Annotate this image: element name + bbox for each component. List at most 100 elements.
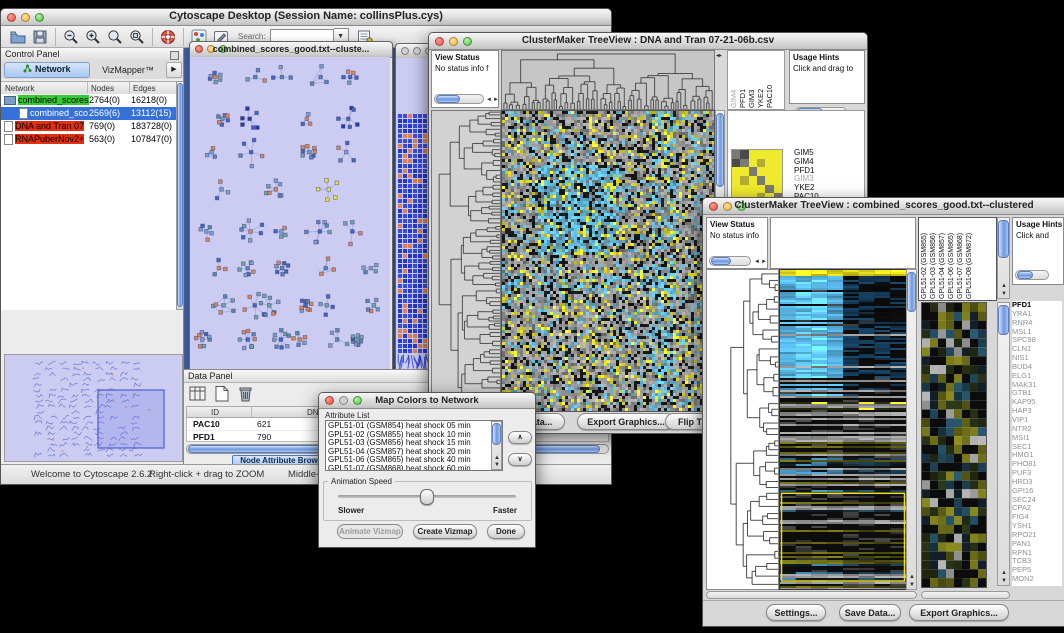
tv1-mini-heatmap[interactable] [731,149,783,203]
mini-heatmap-cell [749,150,757,159]
tv2-bottom-hscrollbar[interactable] [706,591,917,599]
scroll-up-arrow[interactable]: ▲ [909,574,915,580]
tv2-column-dendrogram-area[interactable] [770,217,916,269]
move-down-button[interactable]: ∨ [508,453,532,466]
data-panel-title: Data Panel [188,371,233,381]
network-row[interactable]: DNA and Tran 07769(0)183728(0) [1,120,176,133]
tv2-heatmap-canvas[interactable] [779,269,907,590]
usage-hints-hscrollbar[interactable] [1015,270,1049,280]
view-status-hscrollbar[interactable] [434,94,484,104]
gene-label[interactable]: MON2 [1012,575,1062,584]
close-button[interactable] [401,47,409,55]
tv2-labels-vscrollbar[interactable]: ▲ ▼ [997,217,1010,299]
delete-attribute-icon[interactable] [236,384,256,404]
scroll-down-arrow[interactable]: ▼ [1001,291,1007,297]
zoom-in-icon[interactable] [84,28,102,46]
scroll-right-arrow[interactable]: ► [493,97,499,103]
tv2-row-dendrogram-canvas[interactable] [706,269,779,590]
dialog-titlebar[interactable]: Map Colors to Network [319,393,535,409]
tv2-zoom-vscrollbar[interactable]: ▲ ▼ [997,302,1010,586]
scroll-up-arrow[interactable]: ▲ [1001,283,1007,289]
float-panel-icon[interactable] [170,51,179,60]
network-nodes-count: 769(0) [89,120,131,133]
slower-label: Slower [338,506,364,515]
column-label: PAC10 [773,51,782,109]
tv1-titlebar[interactable]: ClusterMaker TreeView : DNA and Tran 07-… [429,33,867,50]
minimize-button[interactable] [413,47,421,55]
col-edges[interactable]: Edges [133,84,156,93]
export-graphics-button[interactable]: Export Graphics... [909,604,1009,621]
mini-heatmap-cell [774,176,782,185]
network-row[interactable]: RNAPuberNov2+563(0)107847(0) [1,133,176,146]
network-table-vscrollbar[interactable] [176,81,184,310]
scroll-down-arrow[interactable]: ▼ [909,582,915,588]
network-edges-count: 183728(0) [131,120,176,133]
scroll-down-arrow[interactable]: ▼ [494,462,500,468]
scroll-left-arrow[interactable]: ◄ [754,259,760,265]
tv2-view-status-panel: View Status No status info ◄ ► [706,217,768,269]
mini-heatmap-cell [765,185,773,194]
tv1-row-dendrogram-canvas[interactable] [431,110,501,412]
zoom-fit-icon[interactable] [128,28,146,46]
toolbar-separator [152,28,153,46]
network-edges-count: 13112(15) [131,107,176,120]
done-button[interactable]: Done [487,524,525,539]
move-up-button[interactable]: ∧ [508,431,532,444]
tab-network[interactable]: Network [4,62,90,78]
attribute-list-label: Attribute List [325,411,369,420]
col-nodes[interactable]: Nodes [91,84,114,93]
save-icon[interactable] [31,28,49,46]
main-titlebar[interactable]: Cytoscape Desktop (Session Name: collins… [1,9,611,26]
tv1-heatmap-canvas[interactable] [501,110,715,412]
view-status-message: No status info [707,229,767,240]
network-row[interactable]: combined_scores2764(0)16218(0) [1,94,176,107]
attribute-listbox[interactable]: GPL51-01 (GSM854) heat shock 05 minGPL51… [325,420,503,471]
network-view-canvas[interactable] [190,57,390,371]
scroll-up-arrow[interactable]: ▲ [494,455,500,461]
col-id[interactable]: ID [211,408,219,417]
help-lifering-icon[interactable] [159,28,177,46]
view-status-hscrollbar[interactable] [709,256,751,266]
faster-label: Faster [493,506,517,515]
control-panel-tabs: Network VizMapper™ ▶ [1,61,183,79]
attribute-item[interactable]: GPL51-07 (GSM868) heat shock 60 min [328,465,489,471]
tab-overflow-arrow[interactable]: ▶ [166,62,182,78]
export-graphics-button[interactable]: Export Graphics... [577,413,675,430]
save-data-button[interactable]: Save Data... [839,604,901,621]
tv2-column-labels: GPL51-01 (GSM854)GPL51-02 (GSM855)GPL51-… [918,217,997,301]
zoom-selected-icon[interactable] [106,28,124,46]
select-attributes-icon[interactable] [188,384,208,404]
network-row[interactable]: combined_sco2569(6)13112(15) [1,107,176,120]
toolbar-separator [55,28,56,46]
tab-vizmapper[interactable]: VizMapper™ [90,63,166,77]
settings-button[interactable]: Settings... [766,604,826,621]
attribute-list-vscrollbar[interactable]: ▲ ▼ [491,421,502,470]
network-name: RNAPuberNov2+ [15,134,84,144]
open-icon[interactable] [9,28,27,46]
tv1-usage-hints-panel: Usage Hints Click and drag to [789,50,865,104]
col-network[interactable]: Network [5,84,34,93]
scroll-down-arrow[interactable]: ▼ [1001,578,1007,584]
scroll-left-arrow[interactable]: ◄ [486,97,492,103]
network-overview-canvas[interactable] [4,354,183,462]
tv2-zoom-heatmap-canvas[interactable] [921,302,987,588]
column-label: GPL51-08 (GSM872) [973,218,982,300]
tv1-pane-arrows[interactable]: ◂▸ [716,53,722,59]
row-id: PAC10 [193,418,220,430]
zoom-out-icon[interactable] [62,28,80,46]
tv2-heatmap-vscrollbar[interactable]: ▲ ▼ [906,269,917,590]
scroll-up-arrow[interactable]: ▲ [1001,570,1007,576]
row-value: 790 [257,431,271,443]
speed-slider-thumb[interactable] [420,489,434,505]
mini-heatmap-cell [749,185,757,194]
mini-heatmap-cell [740,150,748,159]
tv2-titlebar[interactable]: ClusterMaker TreeView : combined_scores_… [703,198,1064,215]
network-table: combined_scores2764(0)16218(0)combined_s… [1,94,176,310]
animate-vizmap-button[interactable]: Animate Vizmap [337,524,403,539]
new-attribute-icon[interactable] [212,384,232,404]
create-vizmap-button[interactable]: Create Vizmap [413,524,477,539]
mini-heatmap-cell [774,167,782,176]
tv1-column-dendrogram-canvas[interactable] [501,50,715,110]
tv2-zoom-hscrollbar[interactable] [921,591,1010,599]
scroll-right-arrow[interactable]: ► [761,259,767,265]
